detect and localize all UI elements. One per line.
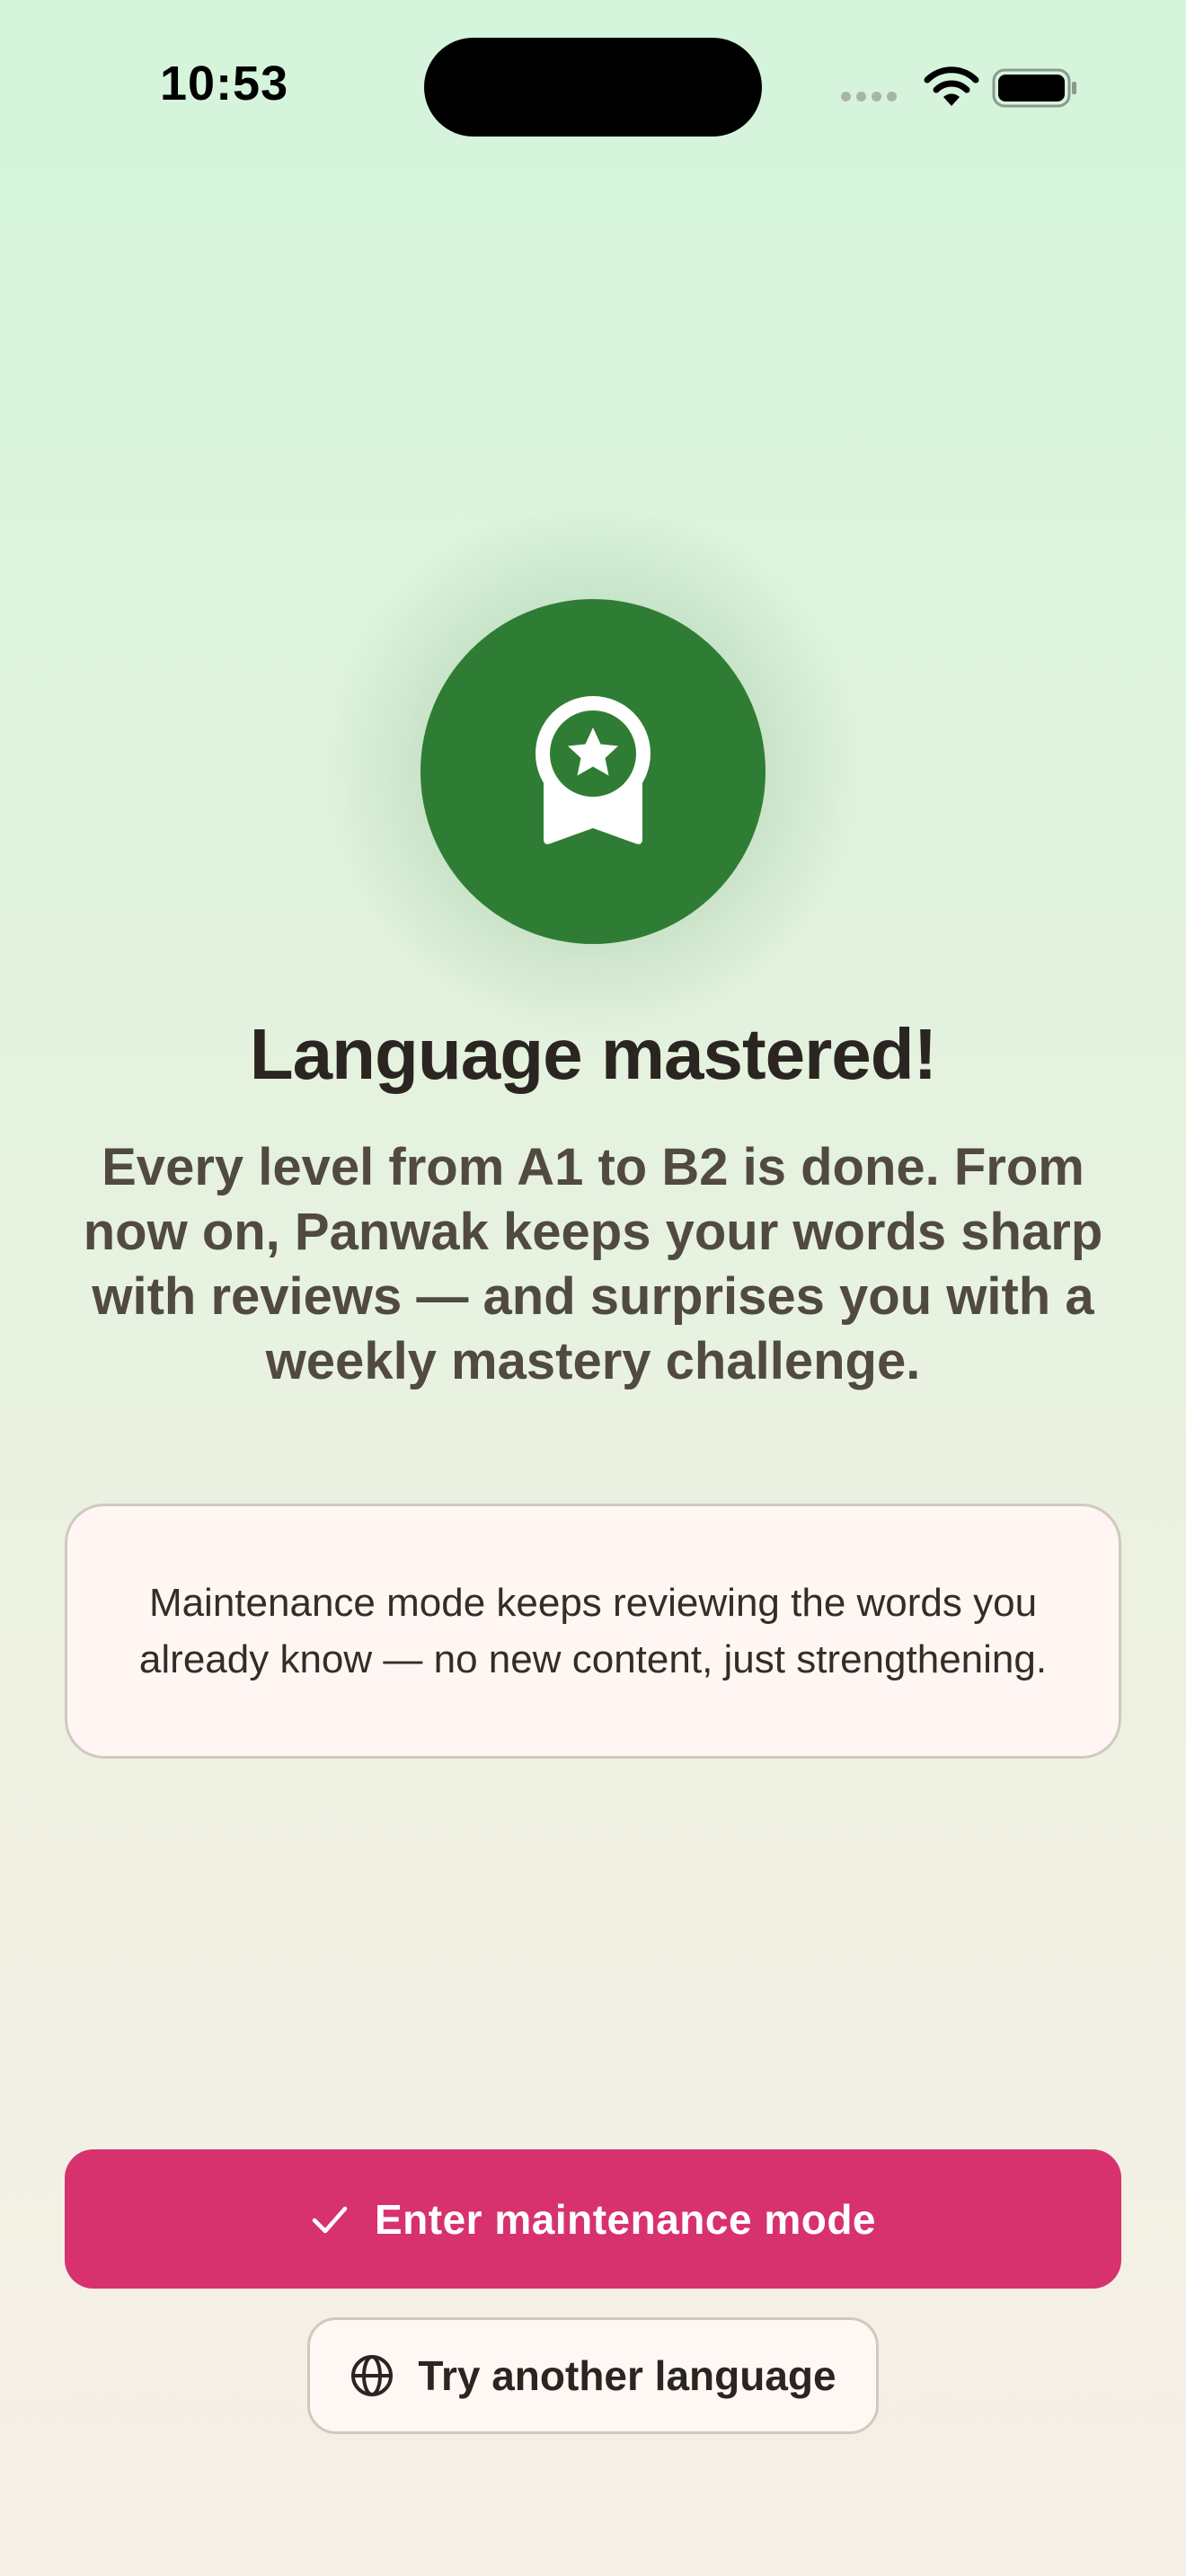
badge-circle (420, 599, 766, 944)
status-icons (839, 65, 1082, 110)
battery-icon (992, 68, 1076, 108)
page-title: Language mastered! (249, 1014, 937, 1094)
page-subtitle: Every level from A1 to B2 is done. From … (83, 1138, 1103, 1390)
check-icon (312, 2206, 348, 2233)
info-card-text: Maintenance mode keeps reviewing the wor… (138, 1581, 1048, 1681)
medal-star-icon (535, 696, 651, 844)
enter-maintenance-mode-button[interactable]: Enter maintenance mode (65, 2149, 1121, 2289)
try-another-language-button[interactable]: Try another language (307, 2317, 879, 2434)
enter-maintenance-mode-label: Enter maintenance mode (374, 2195, 877, 2243)
info-card: Maintenance mode keeps reviewing the wor… (65, 1504, 1121, 1759)
wifi-icon (924, 66, 979, 106)
try-another-language-label: Try another language (418, 2352, 836, 2399)
globe-icon (351, 2355, 394, 2396)
signal-dots-icon (841, 92, 897, 101)
dynamic-island (424, 38, 762, 137)
status-bar: 10:53 (0, 0, 1186, 180)
status-time: 10:53 (160, 57, 289, 110)
